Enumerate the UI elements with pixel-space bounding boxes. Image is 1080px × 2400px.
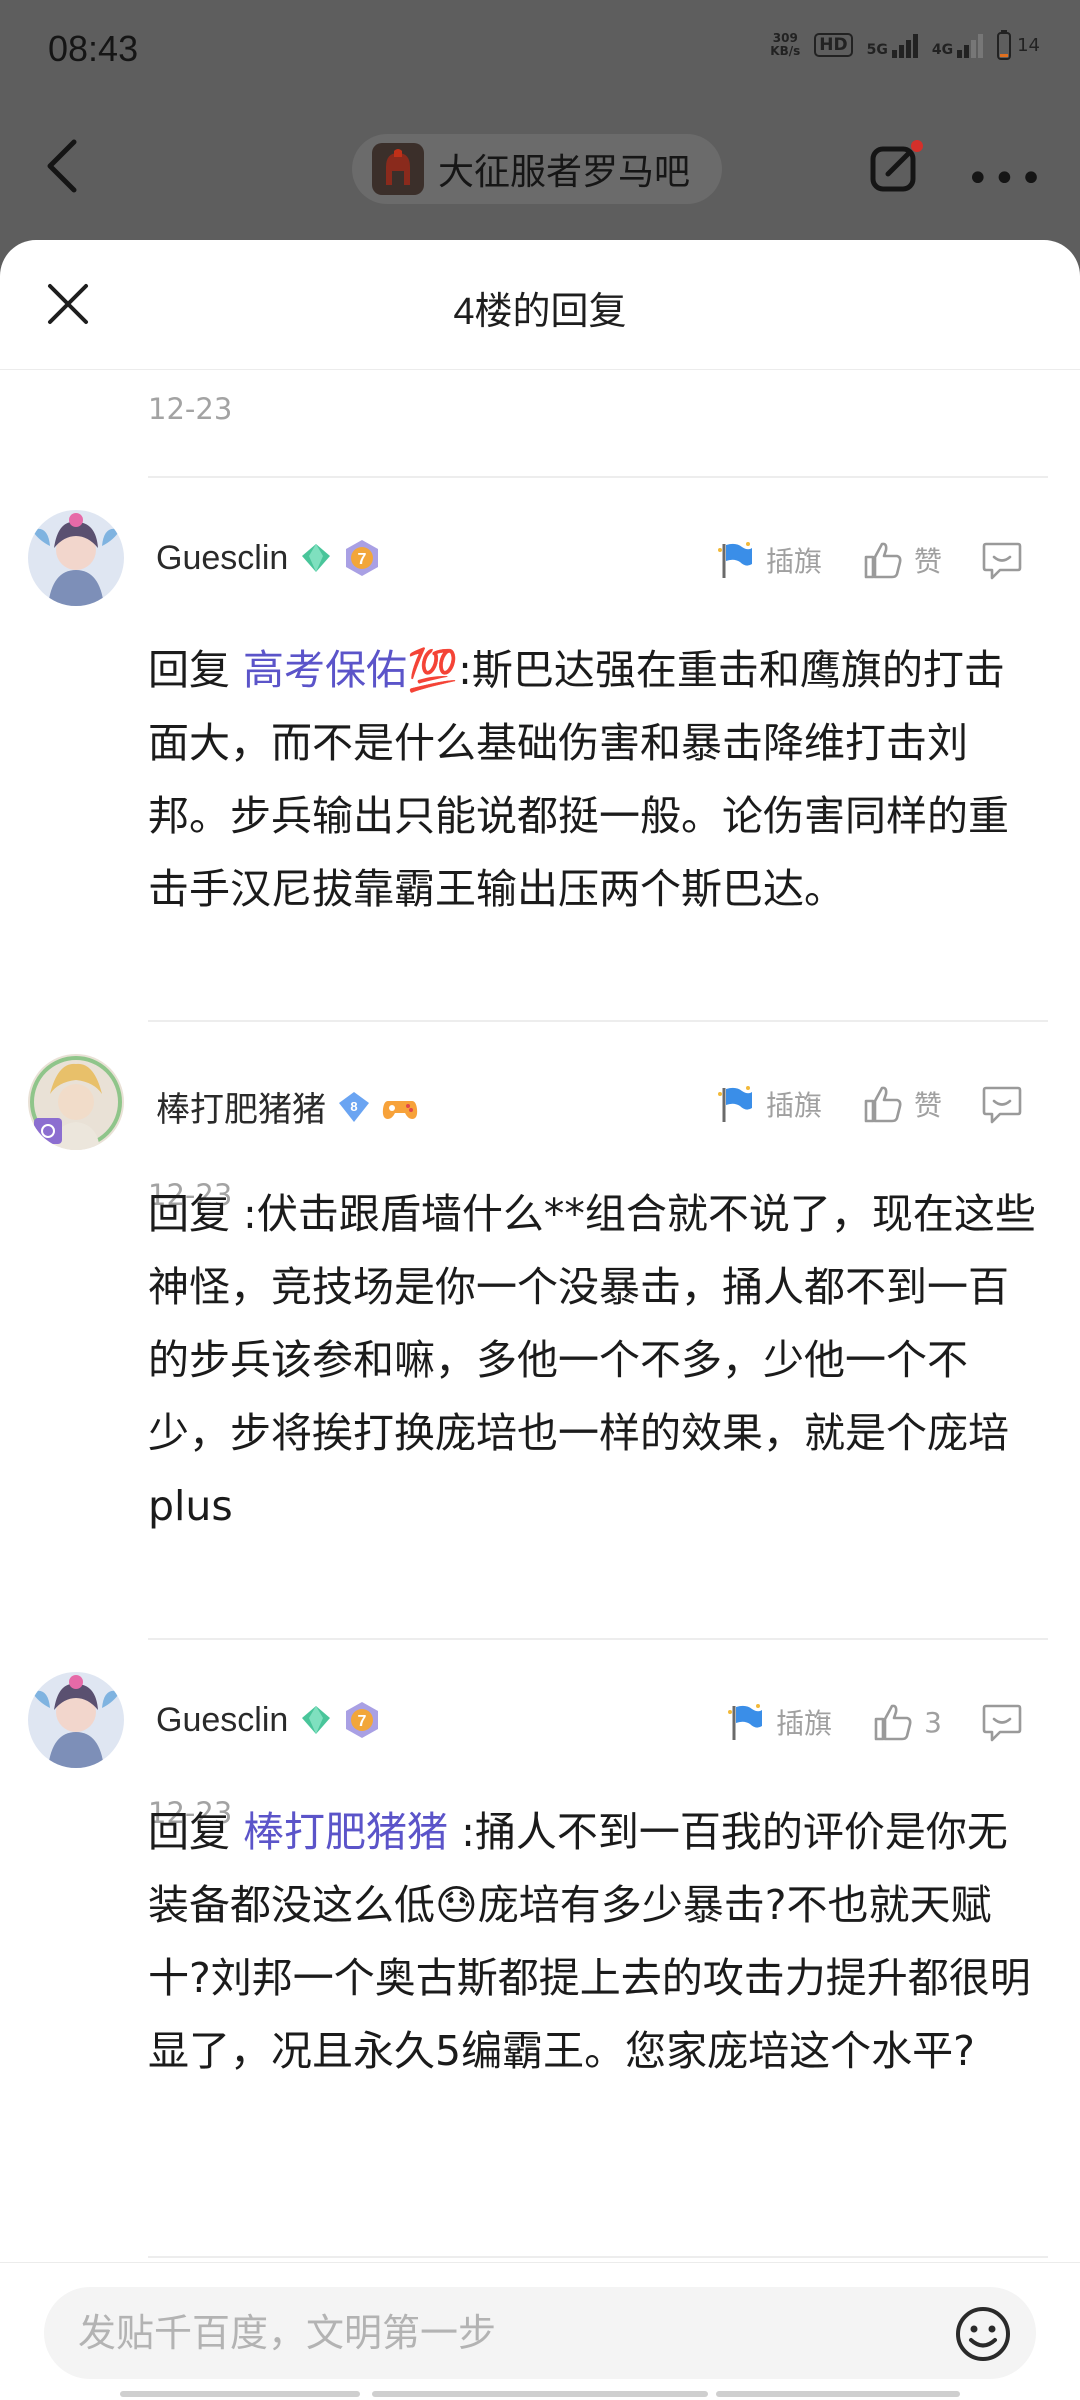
thumbs-up-icon [864,1086,902,1123]
username[interactable]: Guesclin [156,539,288,578]
diamond-badge-icon [302,544,331,572]
like-count: 3 [924,1705,942,1739]
bottom-input-bar [0,2262,1080,2400]
user-avatar[interactable] [28,1054,124,1150]
nav-indicator [120,2391,360,2397]
battery-icon: 14 [997,30,1040,60]
comment-button[interactable] [980,1700,1034,1744]
reply-text: 回复 棒打肥猪猪 :捅人不到一百我的评价是你无装备都没这么低😓庞培有多少暴击?不… [148,1808,1031,2075]
flag-icon [728,1704,763,1740]
flag-button[interactable]: 插旗 [726,1702,832,1742]
level-diamond-badge-icon: 8 [339,1091,369,1122]
hd-voice-icon: HD [814,33,853,57]
nav-indicator [716,2391,960,2397]
flag-button[interactable]: 插旗 [716,540,822,580]
level-badge-icon: 7 [346,1702,379,1738]
thumbs-up-icon [864,542,902,579]
comment-button[interactable] [980,1082,1034,1126]
emoji-icon[interactable] [954,2305,1012,2363]
comment-bubble-icon [982,1086,1022,1124]
like-button[interactable]: 赞 [862,539,942,581]
username-row: 棒打肥猪猪 8 [156,1082,420,1131]
compose-icon[interactable] [868,140,924,196]
forum-avatar [372,143,424,195]
spartan-helmet-icon [386,149,410,185]
diamond-badge-icon [302,1706,331,1734]
reply-actions: 插旗 赞 [716,1082,1034,1126]
sheet-title: 4楼的回复 [453,291,627,333]
back-arrow-icon[interactable] [44,138,80,194]
comment-button[interactable] [980,538,1034,582]
user-avatar[interactable] [28,1672,124,1768]
sim2-signal-icon: 4G [932,32,984,58]
status-icons: 309 KB/s HD 5G 4G 14 [770,30,1040,60]
forum-pill[interactable]: 大征服者罗马吧 [352,134,722,204]
reply-input-container [44,2287,1036,2379]
flag-icon [717,1086,752,1122]
reply-actions: 插旗 3 [726,1700,1034,1744]
like-button[interactable]: 3 [872,1701,942,1743]
divider [148,2256,1048,2258]
comment-bubble-icon [982,1704,1022,1742]
username-row: Guesclin 7 [156,538,382,578]
svg-text:7: 7 [358,1713,367,1730]
thumbs-up-icon [874,1704,912,1741]
reply-text: 回复 :伏击跟盾墙什么**组合就不说了，现在这些神怪，竞技场是你一个没暴击，捅人… [148,1190,1036,1530]
mention-link[interactable]: 高考保佑💯 [243,646,458,694]
game-controller-icon [382,1100,418,1119]
network-speed: 309 KB/s [770,31,801,58]
status-time: 08:43 [48,28,139,69]
reply-sheet: 4楼的回复 12-23 Guesclin 7 插旗 赞 回复 高考保佑💯:斯巴达… [0,240,1080,2400]
level-badge-icon: 7 [346,540,379,576]
sheet-header: 4楼的回复 [0,240,1080,370]
sim1-signal-icon: 5G [867,32,918,58]
flag-button[interactable]: 插旗 [716,1084,822,1124]
flag-icon [717,542,752,578]
svg-text:7: 7 [358,551,367,568]
svg-text:8: 8 [350,1099,357,1114]
more-options-icon[interactable]: ••• [966,156,1046,202]
forum-name: 大征服者罗马吧 [438,152,691,193]
previous-reply-date: 12-23 [148,392,233,426]
reply-input[interactable] [78,2287,938,2379]
mention-link[interactable]: 棒打肥猪猪 [243,1808,448,1856]
comment-bubble-icon [982,542,1022,580]
status-bar: 08:43 309 KB/s HD 5G 4G 14 [0,0,1080,100]
divider [148,1638,1048,1640]
divider [148,1020,1048,1022]
like-button[interactable]: 赞 [862,1083,942,1125]
reply-actions: 插旗 赞 [716,538,1034,582]
divider [148,476,1048,478]
nav-indicator [372,2391,708,2397]
username-row: Guesclin 7 [156,1700,382,1740]
user-avatar[interactable] [28,510,124,606]
reply-text: 回复 高考保佑💯:斯巴达强在重击和鹰旗的打击面大，而不是什么基础伤害和暴击降维打… [148,646,1009,913]
username[interactable]: 棒打肥猪猪 [156,1082,326,1131]
username[interactable]: Guesclin [156,1701,288,1740]
top-nav: 大征服者罗马吧 ••• [0,110,1080,220]
